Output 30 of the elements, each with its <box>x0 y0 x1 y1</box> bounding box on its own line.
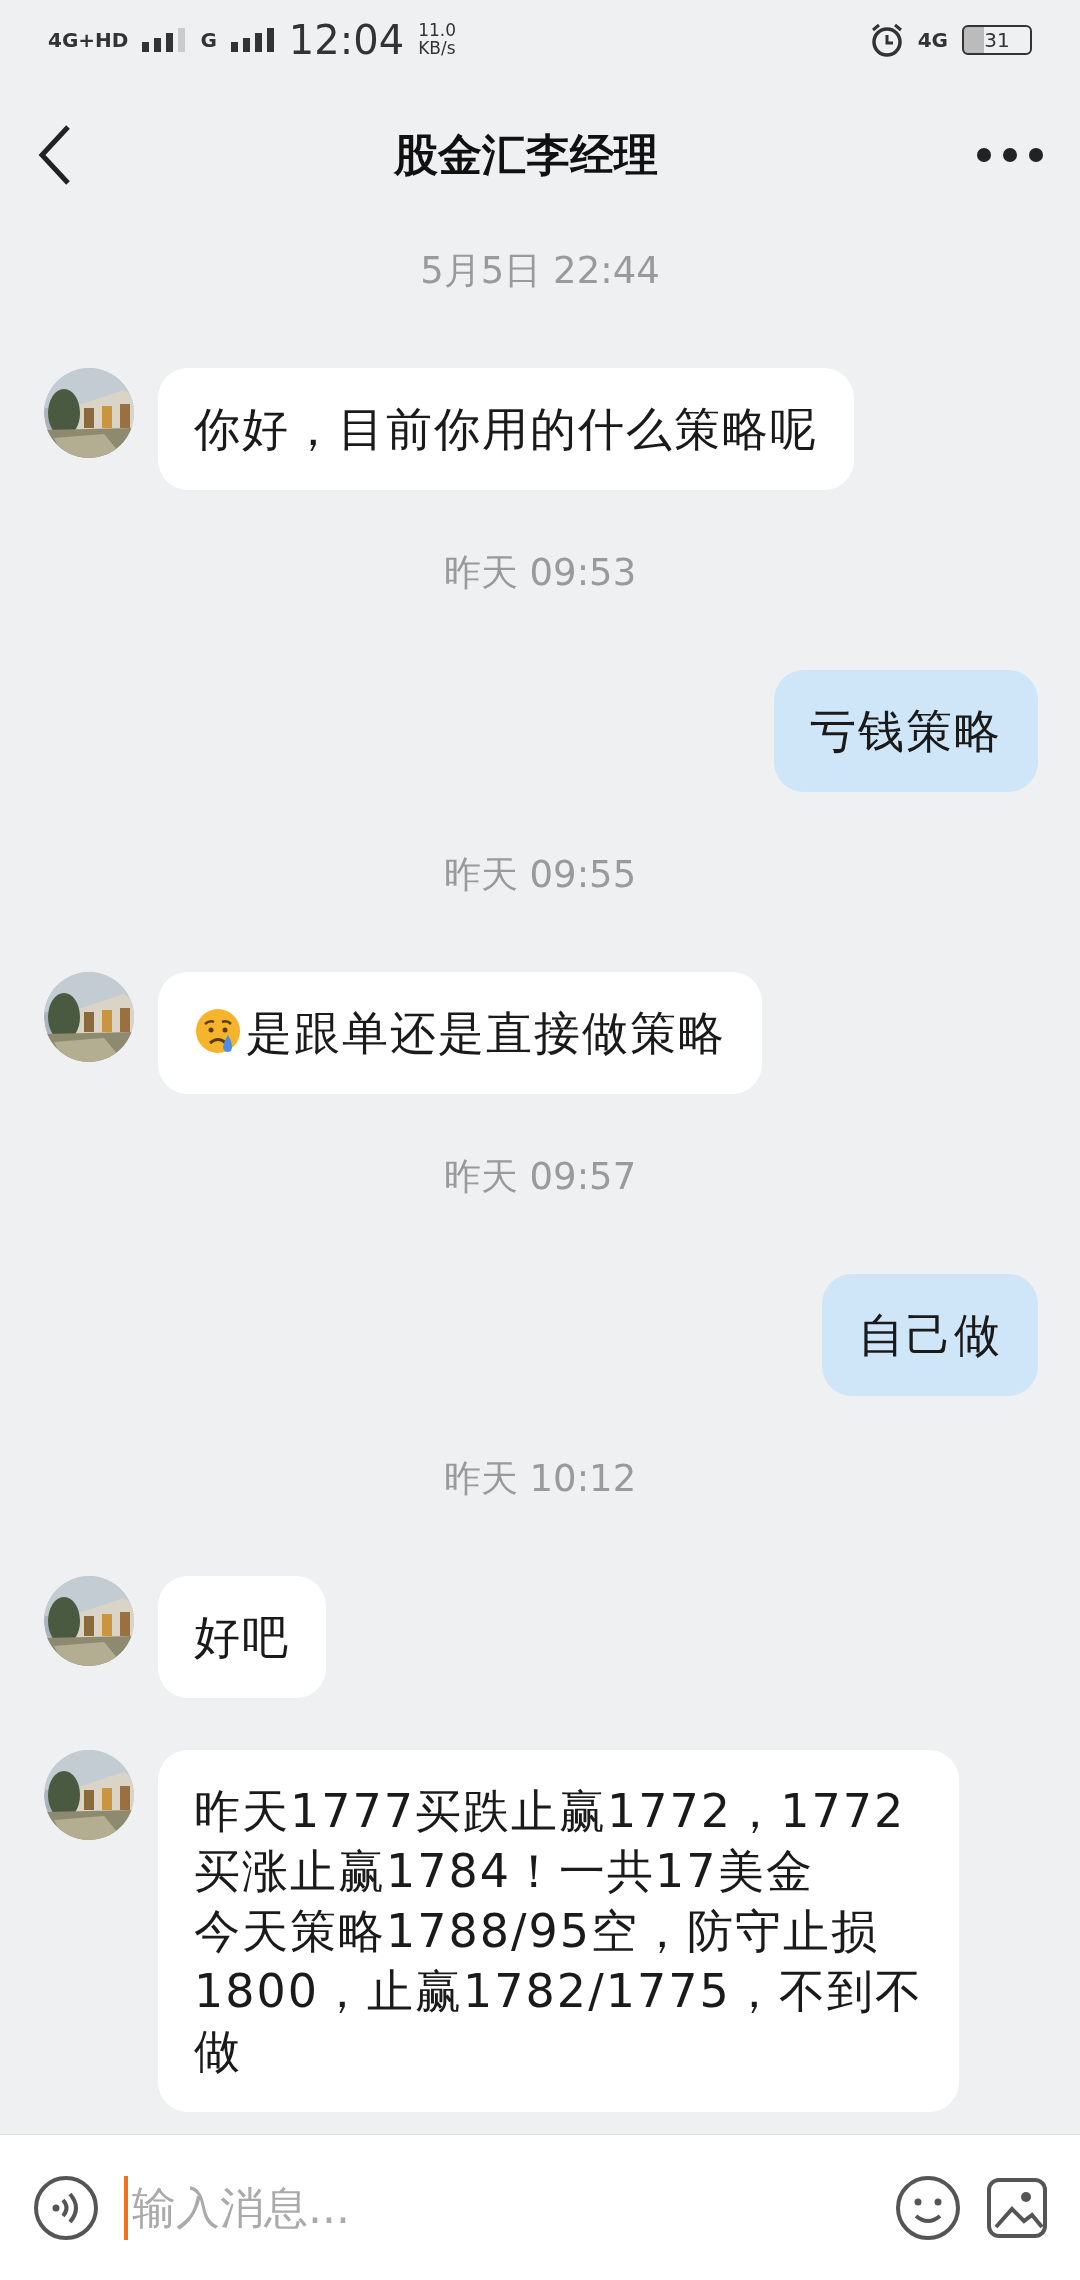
signal-icon <box>230 28 275 52</box>
speed-value: 11.0 <box>418 22 456 40</box>
signal-icon <box>142 28 187 52</box>
clock: 12:04 <box>288 20 405 60</box>
message-text: 你好，目前你用的什么策略呢 <box>194 401 818 458</box>
more-button[interactable] <box>976 147 1044 163</box>
message-text: 是跟单还是直接做策略 <box>246 1005 726 1062</box>
message-text: 做 <box>194 2023 243 2080</box>
timestamp: 昨天 09:55 <box>443 852 637 898</box>
voice-button[interactable] <box>32 2173 100 2242</box>
message-text: 今天策略1788/95空，防守止损 <box>194 1903 881 1960</box>
message-text: 自己做 <box>858 1307 1002 1364</box>
network-label: 4G+HD <box>48 30 129 50</box>
timestamp: 昨天 09:53 <box>443 550 637 596</box>
alarm-icon <box>869 23 904 57</box>
image-button[interactable] <box>986 2176 1048 2239</box>
message-text: 1800，止赢1782/1775，不到不 <box>194 1963 923 2020</box>
speed-unit: KB/s <box>418 40 456 58</box>
timestamp: 5月5日 22:44 <box>420 248 660 294</box>
chat-title: 股金汇李经理 <box>394 127 658 182</box>
network-label: G <box>200 30 217 50</box>
timestamp: 昨天 09:57 <box>443 1154 637 1200</box>
battery-indicator: 31 <box>962 25 1032 55</box>
message-text: 亏钱策略 <box>810 703 1002 760</box>
message-text: 买涨止赢1784！一共17美金 <box>194 1843 815 1900</box>
timestamp: 昨天 10:12 <box>443 1456 637 1502</box>
message-text: 昨天1777买跌止赢1772，1772 <box>194 1783 907 1840</box>
emoji-button[interactable] <box>894 2173 962 2242</box>
network-label: 4G <box>917 30 948 50</box>
message-text: 好吧 <box>194 1609 290 1666</box>
